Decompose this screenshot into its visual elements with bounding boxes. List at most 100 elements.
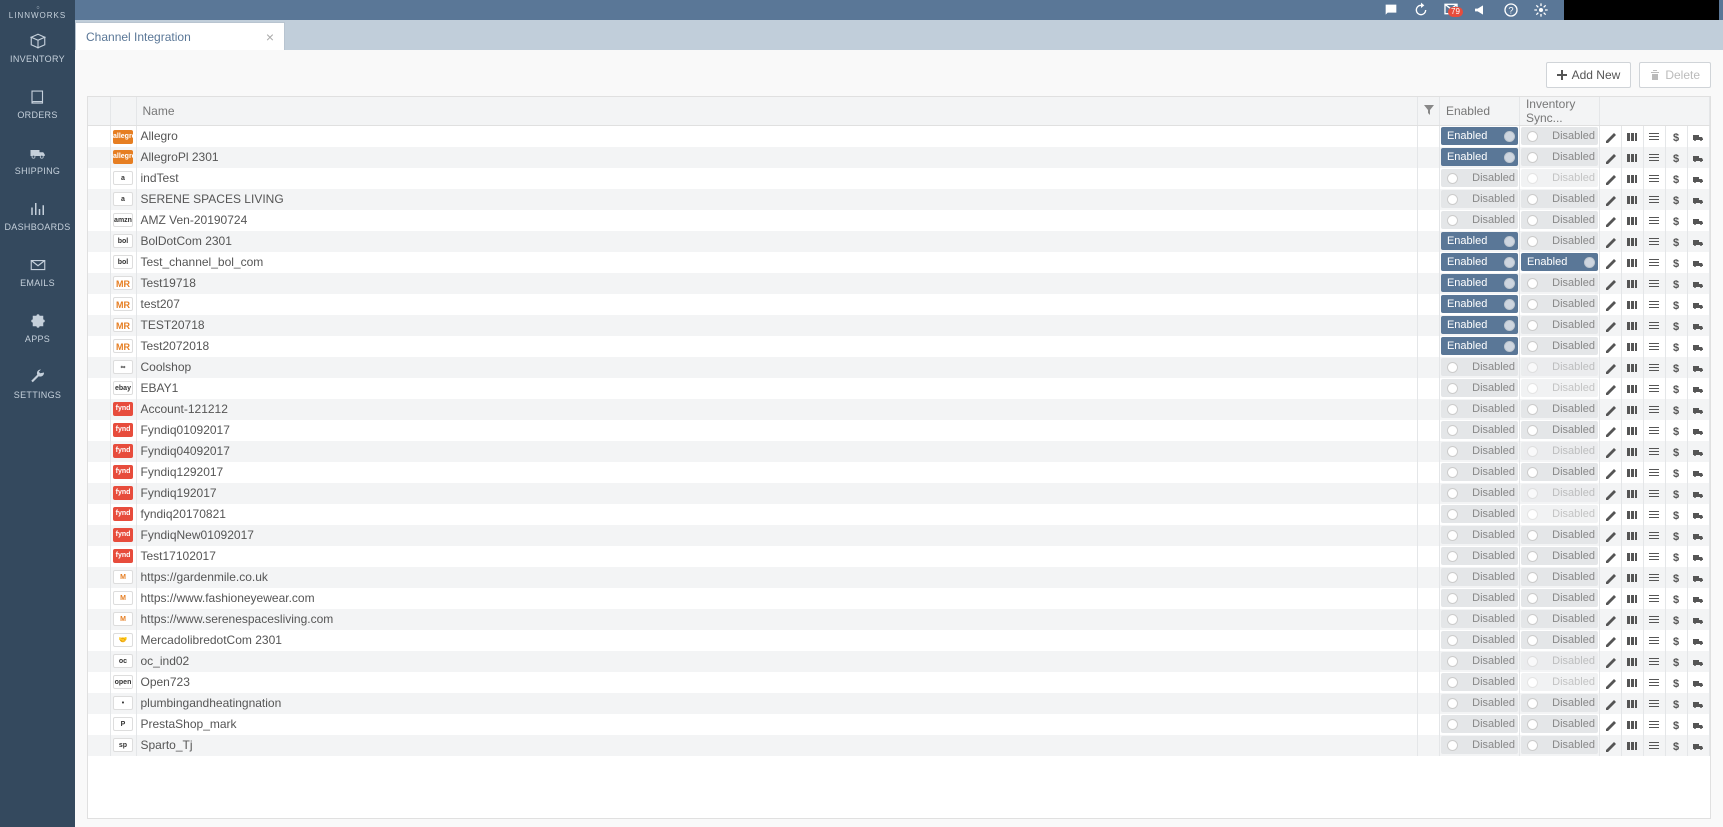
row-checkbox[interactable] xyxy=(88,441,110,462)
action-cell[interactable] xyxy=(1643,546,1665,567)
table-row[interactable]: M https://gardenmile.co.uk Disabled Disa… xyxy=(88,567,1710,588)
enabled-toggle[interactable]: Disabled xyxy=(1439,399,1519,420)
table-row[interactable]: ∞ Coolshop Disabled Disabled $ xyxy=(88,357,1710,378)
action-cell[interactable] xyxy=(1687,357,1709,378)
action-cell[interactable] xyxy=(1599,609,1621,630)
action-cell[interactable] xyxy=(1599,693,1621,714)
enabled-toggle[interactable]: Disabled xyxy=(1439,483,1519,504)
enabled-toggle[interactable]: Disabled xyxy=(1439,693,1519,714)
action-cell[interactable] xyxy=(1621,483,1643,504)
table-row[interactable]: M https://www.fashioneyewear.com Disable… xyxy=(88,588,1710,609)
row-checkbox[interactable] xyxy=(88,504,110,525)
enabled-toggle[interactable]: Enabled xyxy=(1439,147,1519,168)
action-cell[interactable] xyxy=(1643,525,1665,546)
inventory-sync-toggle[interactable]: Disabled xyxy=(1519,420,1599,441)
enabled-toggle[interactable]: Disabled xyxy=(1439,441,1519,462)
enabled-toggle[interactable]: Enabled xyxy=(1439,294,1519,315)
action-cell[interactable] xyxy=(1687,672,1709,693)
table-row[interactable]: MR Test19718 Enabled Disabled $ xyxy=(88,273,1710,294)
action-cell[interactable] xyxy=(1599,315,1621,336)
table-row[interactable]: MR test207 Enabled Disabled $ xyxy=(88,294,1710,315)
table-row[interactable]: M https://www.serenespacesliving.com Dis… xyxy=(88,609,1710,630)
action-cell[interactable]: $ xyxy=(1665,714,1687,735)
table-row[interactable]: • plumbingandheatingnation Disabled Disa… xyxy=(88,693,1710,714)
enabled-toggle[interactable]: Enabled xyxy=(1439,336,1519,357)
sidebar-item-orders[interactable]: ORDERS xyxy=(0,76,75,132)
row-checkbox[interactable] xyxy=(88,693,110,714)
row-checkbox[interactable] xyxy=(88,357,110,378)
inventory-sync-toggle[interactable]: Disabled xyxy=(1519,714,1599,735)
enabled-toggle[interactable]: Disabled xyxy=(1439,462,1519,483)
action-cell[interactable]: $ xyxy=(1665,231,1687,252)
action-cell[interactable] xyxy=(1643,483,1665,504)
row-checkbox[interactable] xyxy=(88,462,110,483)
action-cell[interactable] xyxy=(1643,378,1665,399)
action-cell[interactable] xyxy=(1687,441,1709,462)
action-cell[interactable] xyxy=(1621,588,1643,609)
action-cell[interactable] xyxy=(1687,546,1709,567)
action-cell[interactable] xyxy=(1621,399,1643,420)
gear-icon[interactable] xyxy=(1533,2,1549,18)
action-cell[interactable] xyxy=(1687,231,1709,252)
inventory-sync-toggle[interactable]: Disabled xyxy=(1519,126,1599,147)
table-row[interactable]: a SERENE SPACES LIVING Disabled Disabled… xyxy=(88,189,1710,210)
table-row[interactable]: amzn AMZ Ven-20190724 Disabled Disabled … xyxy=(88,210,1710,231)
inventory-sync-toggle[interactable]: Disabled xyxy=(1519,273,1599,294)
inventory-sync-toggle[interactable]: Disabled xyxy=(1519,315,1599,336)
enabled-toggle[interactable]: Disabled xyxy=(1439,546,1519,567)
action-cell[interactable]: $ xyxy=(1665,315,1687,336)
action-cell[interactable] xyxy=(1687,651,1709,672)
row-checkbox[interactable] xyxy=(88,378,110,399)
notifications-icon[interactable]: 79 xyxy=(1436,1,1466,20)
action-cell[interactable]: $ xyxy=(1665,336,1687,357)
table-row[interactable]: open Open723 Disabled Disabled $ xyxy=(88,672,1710,693)
action-cell[interactable]: $ xyxy=(1665,462,1687,483)
action-cell[interactable]: $ xyxy=(1665,483,1687,504)
action-cell[interactable] xyxy=(1643,462,1665,483)
action-cell[interactable]: $ xyxy=(1665,357,1687,378)
row-checkbox[interactable] xyxy=(88,588,110,609)
inventory-sync-toggle[interactable]: Disabled xyxy=(1519,567,1599,588)
action-cell[interactable] xyxy=(1643,252,1665,273)
action-cell[interactable] xyxy=(1621,294,1643,315)
enabled-toggle[interactable]: Enabled xyxy=(1439,126,1519,147)
help-icon[interactable]: ? xyxy=(1503,2,1519,18)
sidebar-item-emails[interactable]: EMAILS xyxy=(0,244,75,300)
enabled-toggle[interactable]: Disabled xyxy=(1439,714,1519,735)
delete-button[interactable]: Delete xyxy=(1639,62,1711,88)
enabled-toggle[interactable]: Enabled xyxy=(1439,315,1519,336)
inventory-sync-toggle[interactable]: Disabled xyxy=(1519,147,1599,168)
action-cell[interactable] xyxy=(1643,315,1665,336)
action-cell[interactable] xyxy=(1687,336,1709,357)
action-cell[interactable] xyxy=(1599,525,1621,546)
row-checkbox[interactable] xyxy=(88,609,110,630)
table-row[interactable]: ebay EBAY1 Disabled Disabled $ xyxy=(88,378,1710,399)
action-cell[interactable] xyxy=(1643,693,1665,714)
row-checkbox[interactable] xyxy=(88,336,110,357)
action-cell[interactable] xyxy=(1621,546,1643,567)
enabled-toggle[interactable]: Disabled xyxy=(1439,630,1519,651)
action-cell[interactable] xyxy=(1621,420,1643,441)
table-row[interactable]: oc oc_ind02 Disabled Disabled $ xyxy=(88,651,1710,672)
action-cell[interactable]: $ xyxy=(1665,693,1687,714)
table-row[interactable]: allegro AllegroPl 2301 Enabled Disabled … xyxy=(88,147,1710,168)
chat-icon[interactable] xyxy=(1383,2,1399,18)
action-cell[interactable] xyxy=(1687,462,1709,483)
enabled-toggle[interactable]: Enabled xyxy=(1439,252,1519,273)
action-cell[interactable]: $ xyxy=(1665,630,1687,651)
action-cell[interactable] xyxy=(1643,147,1665,168)
action-cell[interactable]: $ xyxy=(1665,210,1687,231)
action-cell[interactable]: $ xyxy=(1665,273,1687,294)
table-row[interactable]: fynd Fyndiq192017 Disabled Disabled $ xyxy=(88,483,1710,504)
action-cell[interactable] xyxy=(1621,126,1643,147)
inventory-sync-toggle[interactable]: Disabled xyxy=(1519,210,1599,231)
action-cell[interactable] xyxy=(1687,168,1709,189)
action-cell[interactable] xyxy=(1599,567,1621,588)
action-cell[interactable] xyxy=(1599,336,1621,357)
action-cell[interactable] xyxy=(1643,714,1665,735)
action-cell[interactable] xyxy=(1599,231,1621,252)
row-checkbox[interactable] xyxy=(88,630,110,651)
action-cell[interactable] xyxy=(1621,231,1643,252)
row-checkbox[interactable] xyxy=(88,315,110,336)
row-checkbox[interactable] xyxy=(88,567,110,588)
